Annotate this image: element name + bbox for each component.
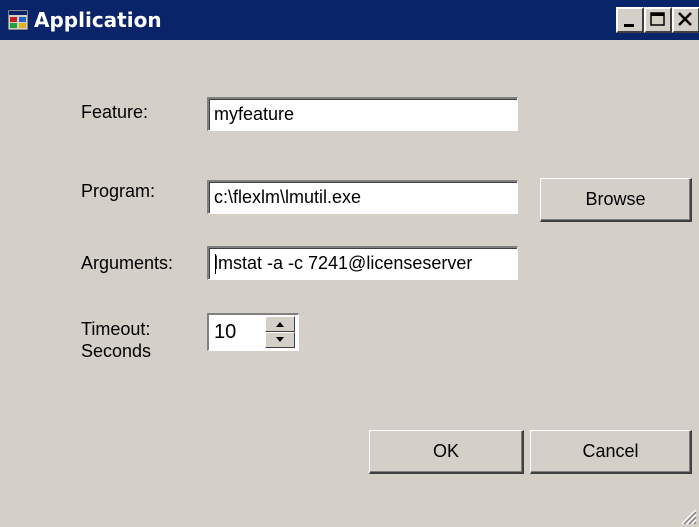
close-icon: [678, 12, 692, 26]
close-button[interactable]: [672, 7, 699, 33]
title-bar[interactable]: Application: [0, 0, 699, 40]
ok-button[interactable]: OK: [369, 430, 524, 474]
maximize-button[interactable]: [644, 7, 672, 33]
text-cursor: [215, 254, 216, 274]
arguments-label: Arguments:: [81, 253, 174, 273]
maximize-icon: [650, 12, 665, 26]
arguments-input[interactable]: [209, 248, 517, 279]
spin-up-button[interactable]: [265, 316, 295, 332]
feature-label: Feature:: [81, 102, 149, 122]
program-input[interactable]: [209, 182, 517, 213]
arrow-up-icon: [276, 322, 284, 327]
window-title: Application: [34, 8, 162, 32]
timeout-value[interactable]: 10: [214, 321, 236, 343]
feature-input[interactable]: [209, 99, 517, 130]
spin-down-button[interactable]: [265, 332, 295, 348]
cancel-button[interactable]: Cancel: [530, 430, 692, 474]
program-label: Program:: [81, 181, 156, 201]
resize-grip-icon[interactable]: [679, 507, 697, 525]
arguments-field[interactable]: [207, 246, 518, 280]
application-icon: [8, 10, 28, 30]
feature-field[interactable]: [207, 97, 518, 131]
timeout-spinner[interactable]: 10: [207, 313, 299, 351]
arrow-down-icon: [276, 337, 284, 342]
minimize-button[interactable]: [616, 7, 644, 33]
application-window: Application Feature: Program: Browse Arg…: [0, 0, 699, 527]
minimize-icon: [624, 24, 634, 27]
timeout-label: Timeout: Seconds: [81, 319, 152, 361]
program-field[interactable]: [207, 180, 518, 214]
browse-button[interactable]: Browse: [540, 178, 692, 222]
